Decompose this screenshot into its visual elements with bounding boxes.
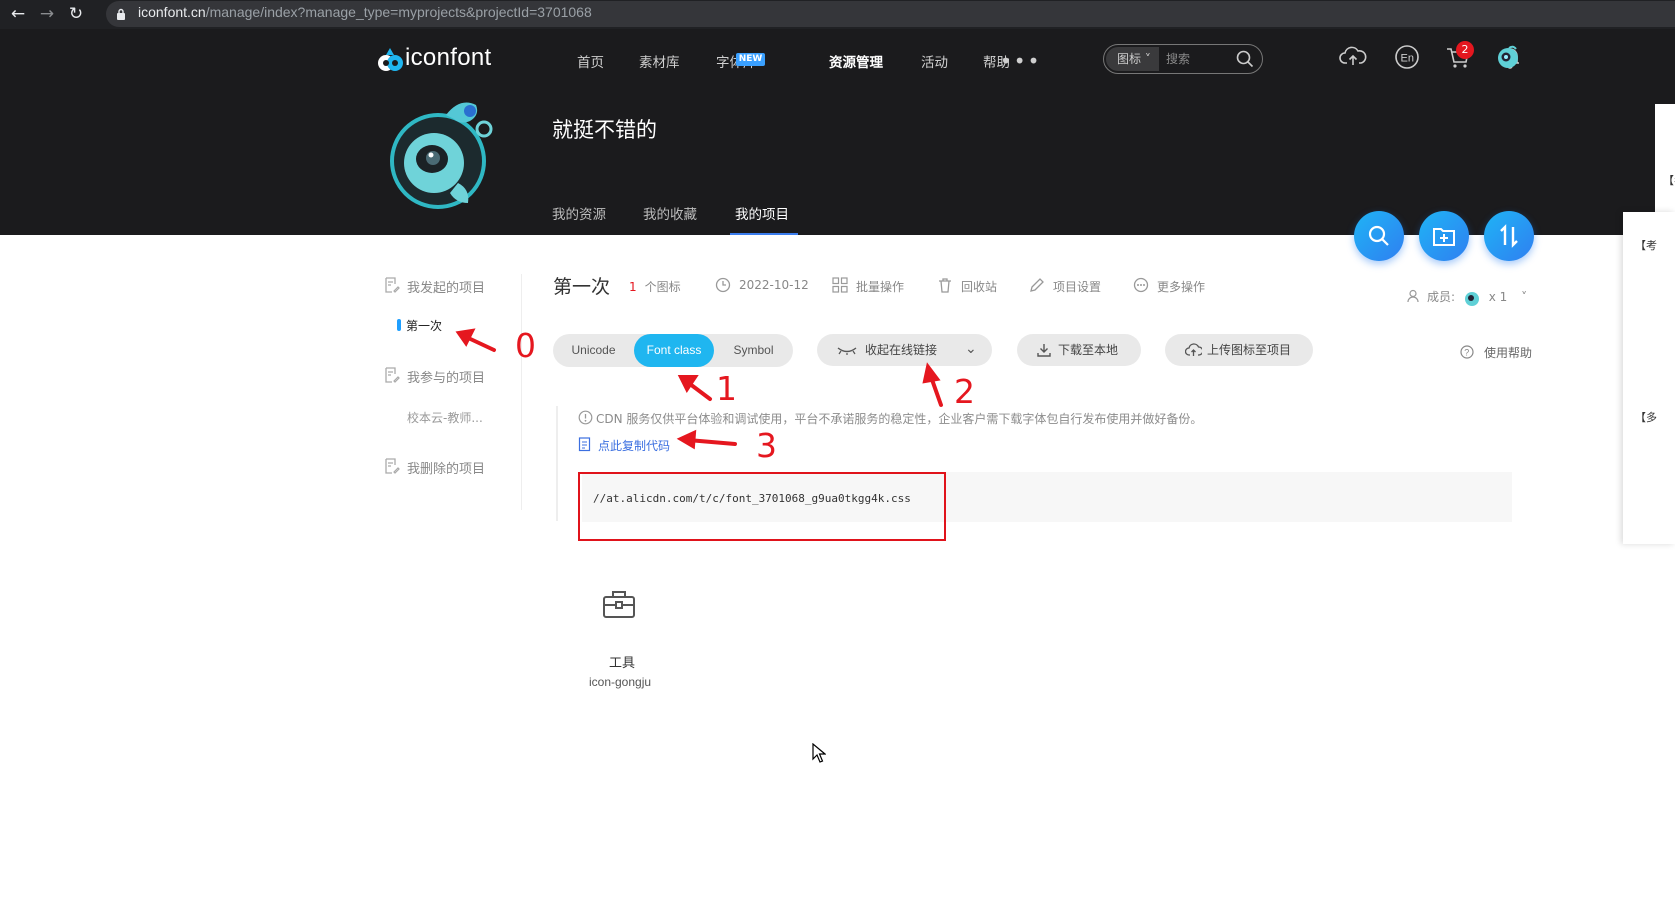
icon-count: 1 个图标 <box>629 280 681 294</box>
nav-resource-management[interactable]: 资源管理 <box>829 51 883 71</box>
more-circle-icon <box>1133 277 1149 293</box>
annotation-arrowhead-1 <box>677 375 699 393</box>
back-icon[interactable]: ← <box>6 2 30 26</box>
more-menu-icon[interactable]: ••• <box>1000 49 1041 73</box>
tab-unicode[interactable]: Unicode <box>553 334 634 367</box>
user-avatar-icon[interactable] <box>1495 44 1521 70</box>
annotation-number-3: 3 <box>756 426 777 465</box>
search-category-select[interactable]: 图标 ˅ <box>1106 47 1159 71</box>
download-icon <box>1037 344 1051 357</box>
annotation-arrowhead-0 <box>455 328 476 347</box>
sidebar-item-joined-project[interactable]: 校本云-教师... <box>407 409 483 426</box>
project-settings-button[interactable]: 项目设置 <box>1053 278 1101 295</box>
reload-icon[interactable]: ↻ <box>64 2 88 26</box>
url-text: iconfont.cn/manage/index?manage_type=myp… <box>138 4 592 20</box>
search-icon[interactable] <box>1236 50 1254 68</box>
copy-doc-icon <box>578 437 591 452</box>
nav-home[interactable]: 首页 <box>577 51 604 71</box>
overlay-panel: 【考 【多 <box>1623 212 1675 544</box>
notification-count-badge: 2 <box>1456 41 1474 59</box>
sort-fab-button[interactable] <box>1484 211 1534 261</box>
annotation-arrow-2 <box>928 372 943 407</box>
profile-avatar <box>390 102 493 209</box>
tab-symbol[interactable]: Symbol <box>714 334 793 367</box>
project-doc-icon <box>385 277 400 293</box>
new-badge: NEW <box>736 53 765 66</box>
overlay-text: 【多 <box>1635 411 1657 424</box>
project-title: 第一次 <box>553 276 611 298</box>
sidebar-item-project[interactable]: 第一次 <box>406 317 442 334</box>
sidebar-heading-joined[interactable]: 我参与的项目 <box>407 367 485 386</box>
upload-cloud-icon <box>1185 343 1202 356</box>
svg-text:En: En <box>1401 53 1414 65</box>
format-segmented-control: Unicode Font class Symbol <box>553 334 793 367</box>
sidebar-heading-deleted[interactable]: 我删除的项目 <box>407 458 485 477</box>
tab-my-favorites[interactable]: 我的收藏 <box>643 203 697 223</box>
icon-name: 工具 <box>609 656 636 671</box>
chevron-down-icon: ⌄ <box>965 341 977 357</box>
chevron-down-icon: ˅ <box>1521 290 1528 304</box>
logo-text[interactable]: iconfont <box>405 44 491 72</box>
cdn-notice: CDN 服务仅供平台体验和调试使用，平台不承诺服务的稳定性，企业客户需下载字体包… <box>596 412 1203 426</box>
recycle-bin-button[interactable]: 回收站 <box>961 278 997 295</box>
overlay-text: 【考 <box>1635 239 1657 252</box>
tab-my-projects[interactable]: 我的项目 <box>735 203 789 223</box>
toolbox-icon[interactable] <box>602 589 636 619</box>
batch-action-button[interactable]: 批量操作 <box>856 278 904 295</box>
active-tab-indicator <box>730 233 798 235</box>
profile-name: 就挺不错的 <box>552 118 657 142</box>
project-doc-icon <box>385 367 400 383</box>
active-item-marker <box>397 319 401 331</box>
search-fab-button[interactable] <box>1354 211 1404 261</box>
trash-icon <box>939 278 951 293</box>
tab-font-class[interactable]: Font class <box>634 334 714 367</box>
header-search: 图标 ˅ <box>1103 44 1263 74</box>
nav-material-library[interactable]: 素材库 <box>639 51 680 71</box>
annotation-number-2: 2 <box>954 372 975 411</box>
copy-code-link[interactable]: 点此复制代码 <box>598 437 670 454</box>
download-local-button[interactable]: 下载至本地 <box>1017 334 1141 366</box>
eye-closed-icon <box>837 347 857 355</box>
sidebar-divider <box>521 274 522 510</box>
annotation-arrowhead-2 <box>922 362 941 384</box>
cdn-section-rail <box>556 406 558 521</box>
project-doc-icon <box>385 458 400 474</box>
search-input[interactable] <box>1166 49 1231 69</box>
edit-pencil-icon <box>1030 278 1044 292</box>
icon-class-name: icon-gongju <box>589 675 652 689</box>
clock-icon <box>715 277 731 293</box>
batch-grid-icon <box>832 277 848 293</box>
annotation-arrowhead-3 <box>676 429 697 450</box>
upload-icons-button[interactable]: 上传图标至项目 <box>1165 334 1313 366</box>
new-project-fab-button[interactable] <box>1419 211 1469 261</box>
annotation-arrow-3 <box>686 438 737 446</box>
sort-arrows-icon <box>1500 224 1518 248</box>
annotation-arrow-0 <box>462 334 496 352</box>
member-avatar-icon <box>1464 291 1479 306</box>
nav-activities[interactable]: 活动 <box>921 51 948 71</box>
annotation-arrow-1 <box>684 379 712 401</box>
language-en-icon[interactable]: En <box>1393 43 1421 71</box>
browser-toolbar: ← → ↻ iconfont.cn/manage/index?manage_ty… <box>0 0 1675 29</box>
add-folder-icon <box>1433 228 1455 246</box>
code-highlight-box <box>578 472 946 541</box>
collapse-online-link-button[interactable]: 收起在线链接 ⌄ <box>817 334 992 366</box>
sidebar-heading-started[interactable]: 我发起的项目 <box>407 277 485 296</box>
tab-my-resources[interactable]: 我的资源 <box>552 203 606 223</box>
annotation-number-1: 1 <box>716 369 737 408</box>
search-icon <box>1368 225 1389 246</box>
upload-cloud-icon[interactable] <box>1339 43 1367 71</box>
lock-icon <box>117 8 125 20</box>
annotation-number-0: 0 <box>515 326 536 365</box>
project-date: 2022-10-12 <box>739 278 809 292</box>
usage-help-link[interactable]: 使用帮助 <box>1459 344 1532 361</box>
iconfont-logo-icon[interactable] <box>376 47 404 73</box>
more-actions-button[interactable]: 更多操作 <box>1157 278 1205 295</box>
overlay-text: 【考 <box>1663 174 1675 187</box>
mouse-cursor-icon <box>812 743 826 763</box>
members-info[interactable]: 成员: x 1 ˅ <box>1401 288 1527 307</box>
forward-icon[interactable]: → <box>35 2 59 26</box>
